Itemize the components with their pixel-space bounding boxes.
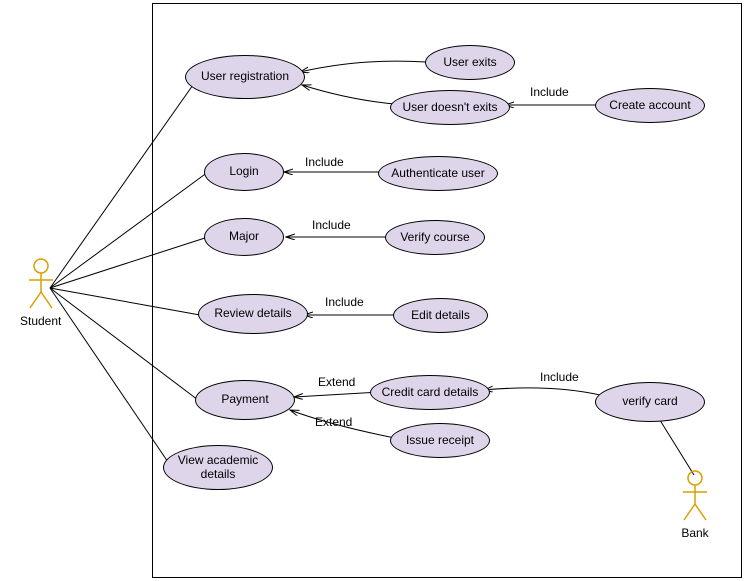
uc-user-doesnt-exits: User doesn't exits (390, 90, 510, 125)
label-extend-credit-card: Extend (318, 375, 355, 389)
actor-student: Student (20, 258, 61, 328)
label-include-edit-details: Include (325, 295, 364, 309)
uc-verify-course: Verify course (385, 220, 485, 255)
label-include-verify-course: Include (312, 218, 351, 232)
uc-credit-card-details: Credit card details (370, 375, 490, 410)
uc-edit-details: Edit details (393, 298, 488, 333)
label-extend-issue-receipt: Extend (315, 415, 352, 429)
uc-major: Major (204, 218, 284, 256)
uc-create-account: Create account (595, 88, 705, 123)
label-include-verify-card: Include (540, 370, 579, 384)
actor-icon (680, 470, 710, 522)
actor-student-label: Student (20, 314, 61, 328)
label-include-create-account: Include (530, 85, 569, 99)
actor-bank: Bank (680, 470, 710, 540)
uc-user-registration: User registration (185, 55, 305, 99)
uc-login: Login (204, 153, 284, 191)
uc-verify-card: verify card (595, 382, 705, 422)
diagram-canvas: Student Bank User registration User exit… (0, 0, 746, 581)
uc-review-details: Review details (198, 294, 308, 334)
uc-view-academic-details: View academic details (163, 445, 273, 490)
actor-icon (26, 258, 56, 310)
uc-authenticate-user: Authenticate user (378, 156, 498, 191)
label-include-authenticate: Include (305, 155, 344, 169)
uc-issue-receipt: Issue receipt (390, 423, 490, 458)
actor-bank-label: Bank (681, 526, 708, 540)
uc-payment: Payment (195, 380, 295, 420)
uc-user-exits: User exits (425, 45, 515, 80)
